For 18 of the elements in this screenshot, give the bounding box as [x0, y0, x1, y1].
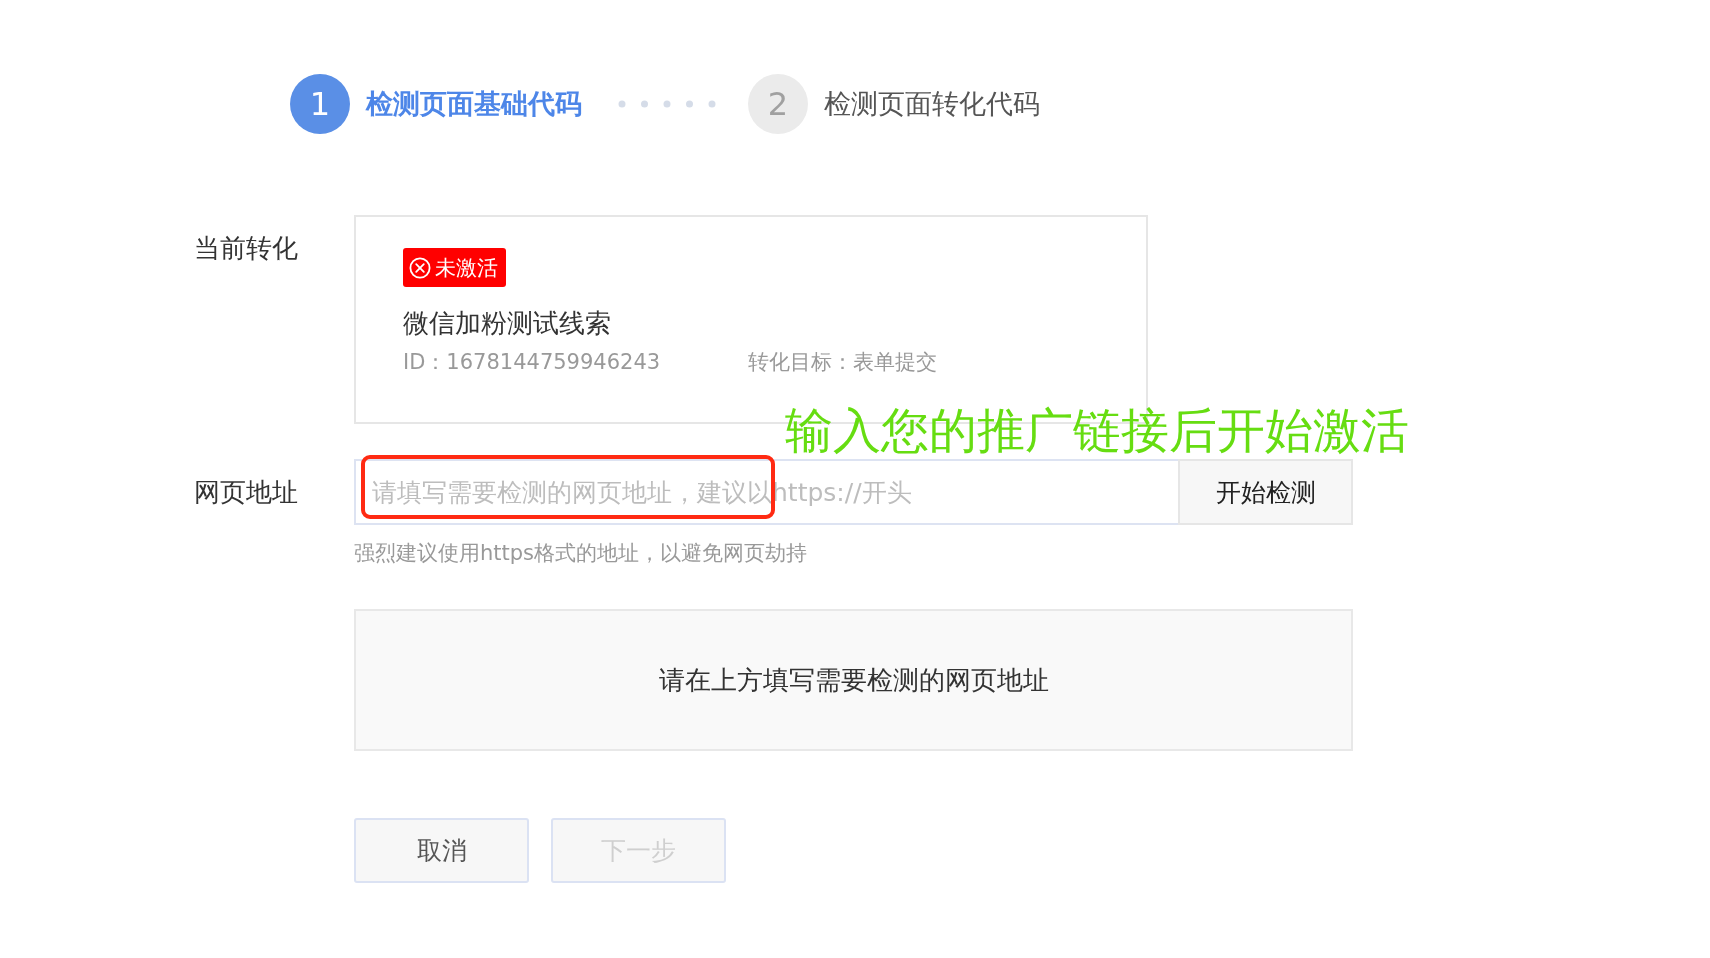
annotation-text: 输入您的推广链接后开始激活 [785, 401, 1409, 460]
empty-message: 请在上方填写需要检测的网页地址 [658, 663, 1049, 697]
hint-text: 强烈建议使用https格式的地址，以避免网页劫持 [354, 541, 808, 565]
conversion-id: ID：1678144759946243 [403, 349, 661, 376]
status-text: 未激活 [435, 254, 498, 282]
action-button[interactable]: 取消 [354, 818, 529, 883]
field-label: 当前转化 [194, 232, 299, 265]
conversion-goal: 转化目标：表单提交 [748, 349, 938, 376]
conversion-name: 微信加粉测试线索 [403, 308, 611, 338]
step-number: 1 [290, 74, 350, 134]
url-input[interactable]: 请填写需要检测的网页地址，建议以https://开头 [354, 459, 1178, 525]
start-check-button[interactable]: 开始检测 [1178, 459, 1353, 525]
dotted-separator-icon [618, 100, 716, 108]
step-label: 检测页面基础代码 [366, 87, 582, 121]
step-label: 检测页面转化代码 [824, 87, 1040, 121]
field-label: 网页地址 [194, 476, 299, 509]
x-circle-icon [409, 256, 431, 279]
step-number: 2 [748, 74, 808, 134]
